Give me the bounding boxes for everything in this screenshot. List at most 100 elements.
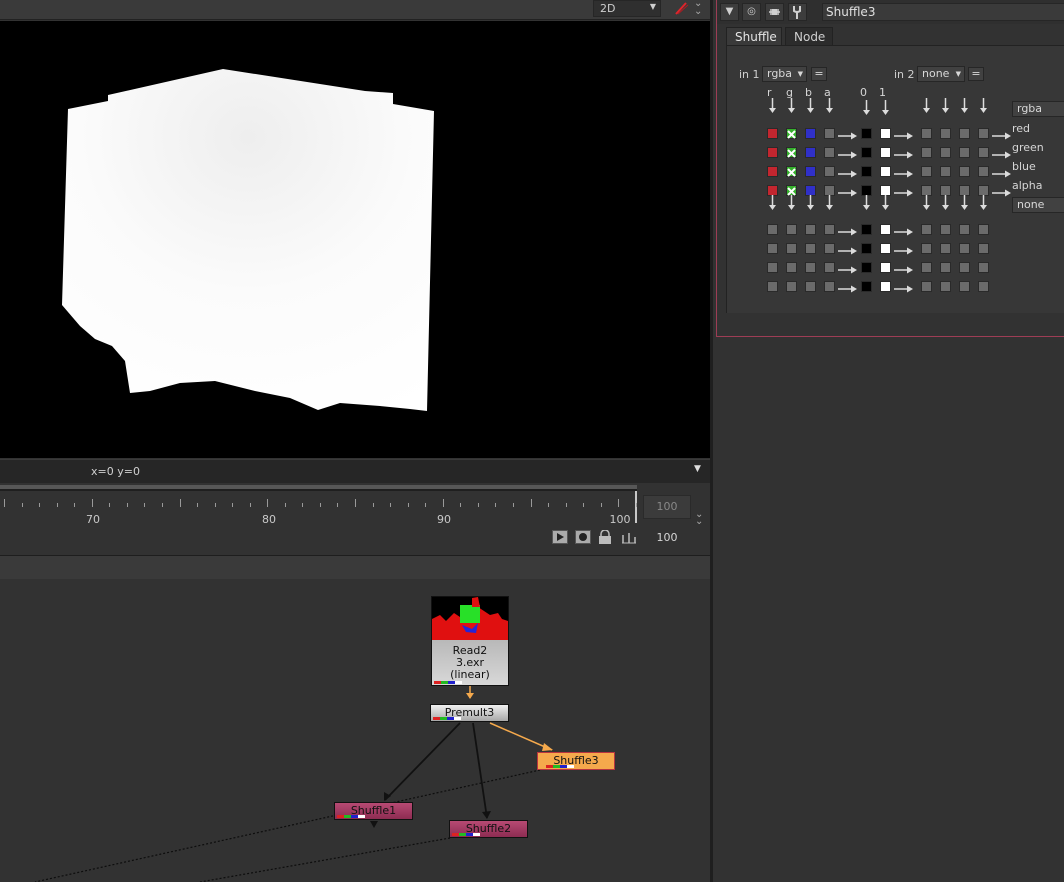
end-frame-field[interactable]: 100 xyxy=(643,495,691,519)
out-toggle[interactable] xyxy=(959,281,970,292)
channel-toggle-g[interactable] xyxy=(786,128,797,139)
out-toggle[interactable] xyxy=(921,243,932,254)
out1-dropdown[interactable]: rgba xyxy=(1012,101,1064,117)
channel-toggle[interactable] xyxy=(786,224,797,235)
channel-toggle-b[interactable] xyxy=(805,147,816,158)
channel-toggle-g[interactable] xyxy=(786,166,797,177)
channel-toggle[interactable] xyxy=(805,262,816,273)
channel-toggle[interactable] xyxy=(767,224,778,235)
out-toggle[interactable] xyxy=(959,147,970,158)
const-toggle-0[interactable] xyxy=(861,243,872,254)
out-toggle[interactable] xyxy=(940,224,951,235)
view-mode-dropdown[interactable]: 2D ▼ xyxy=(593,0,661,17)
channel-toggle[interactable] xyxy=(824,281,835,292)
channel-toggle[interactable] xyxy=(786,262,797,273)
center-node-icon[interactable] xyxy=(765,3,784,21)
read-node[interactable]: Read2 3.exr (linear) xyxy=(431,596,509,686)
channel-toggle[interactable] xyxy=(824,224,835,235)
clipping-warning-icon[interactable] xyxy=(672,0,690,17)
out-toggle[interactable] xyxy=(940,243,951,254)
tab-node[interactable]: Node xyxy=(785,27,833,46)
out-toggle[interactable] xyxy=(940,128,951,139)
const-toggle-1[interactable] xyxy=(880,224,891,235)
out-toggle[interactable] xyxy=(978,281,989,292)
play-icon[interactable] xyxy=(552,530,568,544)
out-toggle[interactable] xyxy=(940,281,951,292)
out-toggle[interactable] xyxy=(959,262,970,273)
const-toggle-0[interactable] xyxy=(861,281,872,292)
out-toggle[interactable] xyxy=(959,243,970,254)
channel-toggle-b[interactable] xyxy=(805,166,816,177)
channel-toggle-a[interactable] xyxy=(824,128,835,139)
playhead-marker[interactable] xyxy=(635,491,637,523)
out-toggle[interactable] xyxy=(959,166,970,177)
channel-toggle-a[interactable] xyxy=(824,166,835,177)
in2-link-button[interactable]: = xyxy=(968,67,984,81)
channel-toggle[interactable] xyxy=(805,281,816,292)
const-toggle-1[interactable] xyxy=(880,262,891,273)
viewer-canvas[interactable] xyxy=(0,21,710,458)
node-graph[interactable]: Read2 3.exr (linear) Premult3 Shuffle3 S… xyxy=(0,580,710,882)
lock-icon[interactable] xyxy=(597,529,613,544)
channel-toggle[interactable] xyxy=(824,243,835,254)
shuffle1-node[interactable]: Shuffle1 xyxy=(334,802,413,820)
out-toggle[interactable] xyxy=(978,224,989,235)
shuffle2-node[interactable]: Shuffle2 xyxy=(449,820,528,838)
out-toggle[interactable] xyxy=(940,147,951,158)
channel-toggle[interactable] xyxy=(805,224,816,235)
out-toggle[interactable] xyxy=(978,147,989,158)
tab-shuffle[interactable]: Shuffle xyxy=(726,27,782,46)
out-toggle[interactable] xyxy=(921,128,932,139)
current-frame-field[interactable]: 100 xyxy=(643,529,691,547)
channel-toggle-g[interactable] xyxy=(786,147,797,158)
out-toggle[interactable] xyxy=(921,166,932,177)
const-toggle-0[interactable] xyxy=(861,262,872,273)
channel-toggle[interactable] xyxy=(767,243,778,254)
channel-toggle-r[interactable] xyxy=(767,128,778,139)
out-toggle[interactable] xyxy=(959,224,970,235)
out-toggle[interactable] xyxy=(978,262,989,273)
channel-toggle-a[interactable] xyxy=(824,147,835,158)
out-toggle[interactable] xyxy=(940,166,951,177)
const-toggle-0[interactable] xyxy=(861,166,872,177)
collapse-panel-icon[interactable]: ▼ xyxy=(720,3,739,21)
collapse-timeline-icon[interactable]: ⌄ ⌄ xyxy=(695,510,703,527)
const-toggle-1[interactable] xyxy=(880,281,891,292)
out-toggle[interactable] xyxy=(921,281,932,292)
in2-dropdown[interactable]: none ▼ xyxy=(917,66,965,82)
shuffle3-node[interactable]: Shuffle3 xyxy=(537,752,615,770)
premult-node[interactable]: Premult3 xyxy=(430,704,509,722)
channel-toggle[interactable] xyxy=(786,243,797,254)
const-toggle-1[interactable] xyxy=(880,147,891,158)
collapse-toolbar-icon[interactable]: ⌄ ⌄ xyxy=(694,0,702,17)
const-toggle-1[interactable] xyxy=(880,128,891,139)
out-toggle[interactable] xyxy=(959,128,970,139)
node-name-field[interactable]: Shuffle3 xyxy=(822,3,1064,21)
channel-toggle[interactable] xyxy=(805,243,816,254)
record-icon[interactable] xyxy=(575,530,591,544)
out-toggle[interactable] xyxy=(978,166,989,177)
channel-toggle-r[interactable] xyxy=(767,166,778,177)
channel-toggle-r[interactable] xyxy=(767,147,778,158)
const-toggle-1[interactable] xyxy=(880,243,891,254)
out-toggle[interactable] xyxy=(921,262,932,273)
const-toggle-0[interactable] xyxy=(861,128,872,139)
pane-divider[interactable] xyxy=(710,0,713,882)
frame-range-icon[interactable] xyxy=(620,530,636,544)
in1-link-button[interactable]: = xyxy=(811,67,827,81)
channel-toggle[interactable] xyxy=(786,281,797,292)
out-toggle[interactable] xyxy=(921,147,932,158)
out-toggle[interactable] xyxy=(978,128,989,139)
out-toggle[interactable] xyxy=(978,243,989,254)
in1-dropdown[interactable]: rgba ▼ xyxy=(762,66,807,82)
viewer-toggle-icon[interactable]: ◎ xyxy=(742,3,761,21)
const-toggle-1[interactable] xyxy=(880,166,891,177)
info-menu-icon[interactable]: ▼ xyxy=(694,464,701,474)
channel-toggle[interactable] xyxy=(767,262,778,273)
out2-dropdown[interactable]: none xyxy=(1012,197,1064,213)
out-toggle[interactable] xyxy=(940,262,951,273)
channel-toggle[interactable] xyxy=(824,262,835,273)
const-toggle-0[interactable] xyxy=(861,224,872,235)
out-toggle[interactable] xyxy=(921,224,932,235)
channel-toggle[interactable] xyxy=(767,281,778,292)
